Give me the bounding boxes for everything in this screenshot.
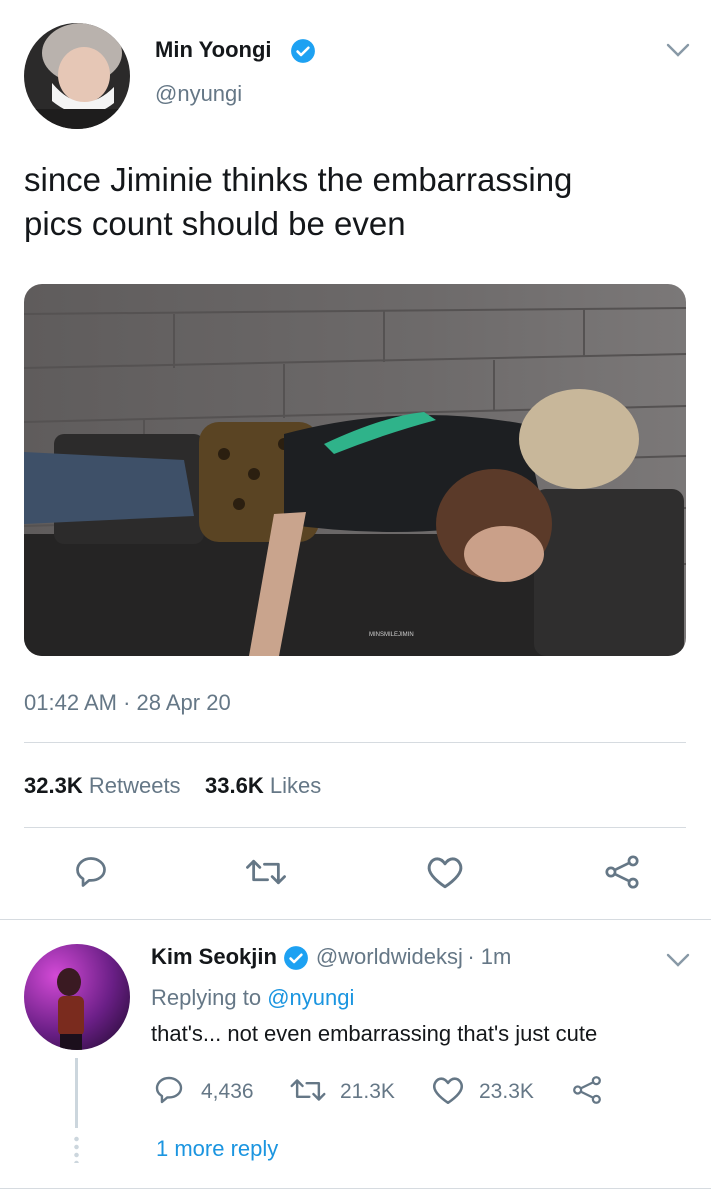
replying-to-prefix: Replying to [151,985,262,1010]
tweet-text-line: pics count should be even [24,205,406,242]
reply-author-handle[interactable]: @worldwideksj [316,944,463,969]
chevron-down-icon[interactable] [664,950,692,975]
photo-watermark: MINSMILEJIMIN [369,632,414,638]
chevron-down-icon[interactable] [664,40,692,65]
reply-icon[interactable] [153,1074,185,1111]
verified-badge-icon [290,38,316,64]
verified-badge-icon [281,945,311,970]
share-icon[interactable] [571,1074,603,1111]
reply-author-avatar[interactable] [24,944,130,1050]
share-icon[interactable] [603,853,641,891]
tweet-photo[interactable]: MINSMILEJIMIN [24,284,686,656]
divider [0,919,711,920]
replying-to-link[interactable]: @nyungi [267,985,354,1010]
reply-count: 4,436 [201,1080,254,1103]
likes-label: Likes [269,773,322,798]
reply-header: Kim Seokjin @worldwideksj · 1m [151,944,511,975]
retweet-count: 21.3K [340,1080,395,1103]
more-replies-link[interactable]: 1 more reply [156,1136,278,1162]
retweets-label: Retweets [88,773,181,798]
like-icon[interactable] [425,854,465,890]
author-avatar[interactable] [24,23,130,129]
reply-author-name[interactable]: Kim Seokjin [151,944,277,969]
thread-line [75,1058,78,1128]
tweet-text: since Jiminie thinks the embarrassing pi… [24,158,694,246]
tweet-text-line: since Jiminie thinks the embarrassing [24,161,573,198]
likes-stat[interactable]: 33.6K Likes [205,773,321,798]
retweet-icon[interactable] [289,1075,327,1110]
thread-dots [74,1135,79,1163]
likes-count: 33.6K [205,773,264,798]
replying-to: Replying to @nyungi [151,985,354,1011]
reply-time: · 1m [467,944,512,969]
retweets-stat[interactable]: 32.3K Retweets [24,773,181,798]
reply-icon[interactable] [72,854,110,890]
reply-text: that's... not even embarrassing that's j… [151,1021,598,1046]
divider [0,1188,711,1189]
retweet-icon[interactable] [244,855,288,889]
author-name[interactable]: Min Yoongi [155,37,272,63]
like-icon[interactable] [431,1074,465,1111]
like-count: 23.3K [479,1080,534,1103]
divider [24,827,686,828]
retweets-count: 32.3K [24,773,83,798]
divider [24,742,686,743]
tweet-timestamp[interactable]: 01:42 AM · 28 Apr 20 [24,690,231,716]
author-handle[interactable]: @nyungi [155,81,242,107]
tweet-stats: 32.3K Retweets 33.6K Likes [24,773,321,799]
